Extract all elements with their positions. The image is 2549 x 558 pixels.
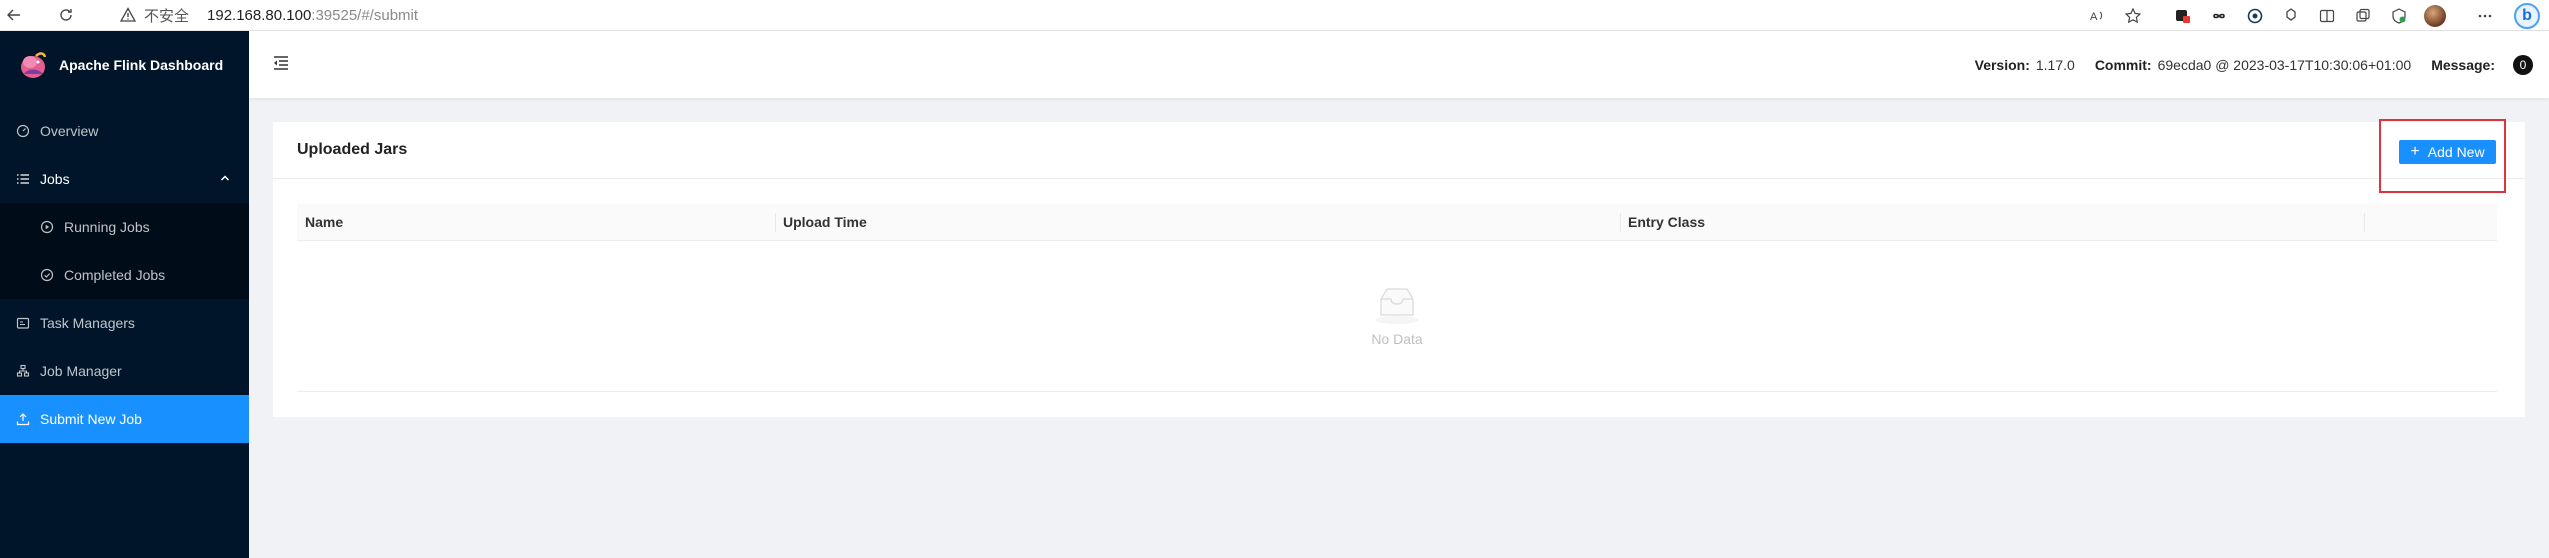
uploaded-jars-card: Uploaded Jars + Add New Name Upload Time…: [273, 119, 2525, 417]
jobs-submenu: Running Jobs Completed Jobs: [0, 203, 249, 299]
header-info: Version: 1.17.0 Commit: 69ecda0 @ 2023-0…: [1955, 31, 2533, 98]
profile-avatar[interactable]: [2417, 0, 2453, 31]
message-label: Message:: [2431, 56, 2495, 73]
bing-icon[interactable]: b: [2509, 0, 2545, 31]
favorite-icon[interactable]: [2115, 0, 2151, 31]
check-circle-icon: [40, 268, 54, 282]
url-path: :39525/#/submit: [311, 6, 419, 24]
sidebar-item-label: Jobs: [40, 171, 70, 187]
shield-icon[interactable]: [2237, 0, 2273, 31]
sidebar-item-jobs[interactable]: Jobs: [0, 155, 249, 203]
refresh-icon[interactable]: [52, 0, 80, 31]
column-header-entry-class[interactable]: Entry Class: [1620, 204, 2364, 240]
browser-toolbar: 不安全 192.168.80.100:39525/#/submit A b: [0, 0, 2549, 31]
sidebar-item-submit-new-job[interactable]: Submit New Job: [0, 395, 249, 443]
sidebar-item-label: Job Manager: [40, 363, 122, 379]
insecure-label: 不安全: [144, 7, 190, 25]
browser-essentials-icon[interactable]: [2381, 0, 2417, 31]
chevron-up-icon: [220, 175, 230, 181]
dashboard-icon: [16, 124, 30, 138]
commit-value: 69ecda0 @ 2023-03-17T10:30:06+01:00: [2157, 56, 2412, 73]
top-header: Version: 1.17.0 Commit: 69ecda0 @ 2023-0…: [249, 31, 2549, 98]
extension-icon[interactable]: [2165, 0, 2201, 31]
column-header-name[interactable]: Name: [297, 204, 775, 240]
upload-icon: [16, 412, 30, 426]
sidebar-item-label: Completed Jobs: [64, 267, 166, 283]
logo[interactable]: Apache Flink Dashboard: [0, 31, 249, 99]
column-header-upload-time[interactable]: Upload Time: [775, 204, 1620, 240]
svg-text:A: A: [2090, 11, 2098, 23]
add-new-label: Add New: [2427, 144, 2485, 160]
version-info: Version: 1.17.0: [1975, 57, 2075, 73]
commit-info: Commit: 69ecda0 @ 2023-03-17T10:30:06+01…: [2095, 57, 2411, 73]
sync-icon[interactable]: [2273, 0, 2309, 31]
read-aloud-icon[interactable]: A: [2079, 0, 2115, 31]
sidebar-item-job-manager[interactable]: Job Manager: [0, 347, 249, 395]
sidebar-item-overview[interactable]: Overview: [0, 107, 249, 155]
table-header: Name Upload Time Entry Class: [297, 204, 2497, 241]
sidebar-item-completed-jobs[interactable]: Completed Jobs: [0, 251, 249, 299]
add-new-button[interactable]: + Add New: [2399, 140, 2496, 164]
logo-text: Apache Flink Dashboard: [59, 57, 224, 73]
version-value: 1.17.0: [2035, 56, 2075, 73]
sidebar: Apache Flink Dashboard Overview Jobs Run…: [0, 31, 249, 558]
infinity-icon[interactable]: [2201, 0, 2237, 31]
more-icon[interactable]: [2467, 0, 2503, 31]
card-header: Uploaded Jars + Add New: [273, 119, 2525, 193]
sidebar-item-task-managers[interactable]: Task Managers: [0, 299, 249, 347]
play-circle-icon: [40, 220, 54, 234]
cluster-icon: [16, 364, 30, 378]
jars-table: Name Upload Time Entry Class No Data: [297, 204, 2497, 392]
card-title: Uploaded Jars: [297, 141, 408, 158]
sidebar-item-label: Overview: [40, 123, 99, 139]
flink-logo-icon: [21, 52, 47, 78]
menu-fold-icon[interactable]: [272, 54, 290, 72]
address-bar[interactable]: 不安全 192.168.80.100:39525/#/submit: [120, 5, 418, 26]
sidebar-item-label: Task Managers: [40, 315, 135, 331]
empty-inbox-icon: [1375, 288, 1419, 324]
collections-icon[interactable]: [2345, 0, 2381, 31]
message-info[interactable]: Message: 0: [2431, 54, 2533, 75]
back-icon[interactable]: [0, 0, 28, 31]
sidebar-item-label: Submit New Job: [40, 411, 142, 427]
empty-text: No Data: [1371, 331, 1423, 347]
empty-state: No Data: [297, 241, 2497, 392]
split-screen-icon[interactable]: [2309, 0, 2345, 31]
plus-icon: +: [2410, 143, 2420, 160]
sidebar-menu: Overview Jobs Running Jobs Completed Job…: [0, 107, 249, 443]
sidebar-item-label: Running Jobs: [64, 219, 150, 235]
column-header-actions: [2364, 204, 2497, 240]
warning-icon: [120, 7, 136, 22]
url-host: 192.168.80.100: [207, 6, 312, 24]
message-badge: 0: [2513, 54, 2533, 75]
version-label: Version:: [1974, 56, 2030, 73]
sidebar-item-running-jobs[interactable]: Running Jobs: [0, 203, 249, 251]
commit-label: Commit:: [2094, 56, 2152, 73]
schedule-icon: [16, 316, 30, 330]
list-icon: [16, 172, 30, 186]
